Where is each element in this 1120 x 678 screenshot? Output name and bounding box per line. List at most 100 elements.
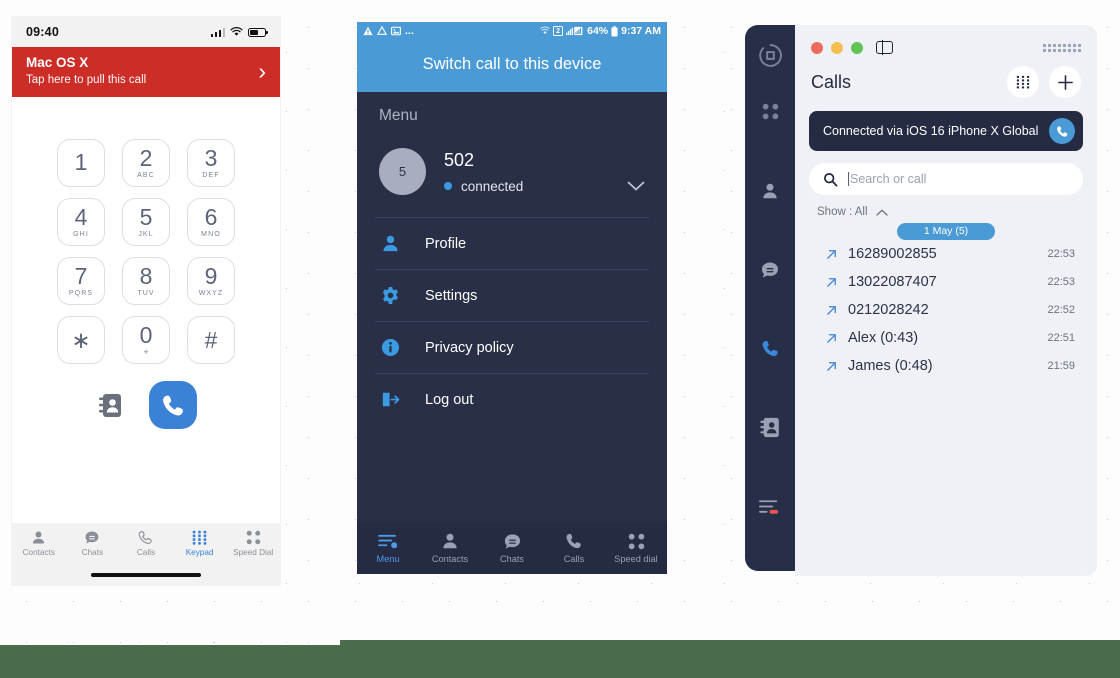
- dialpad: 1 2 ABC 3 DEF 4 GHI 5 JKL 6 MNO 7 PQRS 8…: [12, 97, 280, 430]
- status-icons: [210, 27, 269, 37]
- status-time: 09:40: [26, 25, 59, 39]
- sidebar-item-chats[interactable]: Chats: [481, 533, 543, 564]
- banner-call-button[interactable]: [1049, 118, 1075, 144]
- call-list-item[interactable]: 13022087407 22:53: [795, 268, 1097, 296]
- menu-item-log-out[interactable]: Log out: [375, 374, 649, 425]
- key-letters: DEF: [202, 172, 220, 180]
- sidebar-item-contacts[interactable]: [745, 151, 795, 230]
- outgoing-call-icon: [827, 277, 836, 287]
- sidebar-item-address-book[interactable]: [745, 388, 795, 467]
- status-time: 9:37 AM: [621, 25, 661, 37]
- sidebar-item-contacts[interactable]: Contacts: [12, 530, 66, 557]
- chevron-up-icon: [875, 208, 888, 216]
- chats-icon: [85, 531, 99, 544]
- key-letters: MNO: [201, 231, 221, 239]
- keypad-key-star[interactable]: ∗: [57, 316, 105, 365]
- call-time: 22:52: [1047, 304, 1075, 316]
- call-list-item[interactable]: 0212028242 22:52: [795, 296, 1097, 324]
- sidebar-item-chats[interactable]: Chats: [66, 530, 120, 557]
- make-call-button[interactable]: [149, 381, 197, 430]
- keypad-key-7[interactable]: 7 PQRS: [57, 257, 105, 306]
- connected-device-banner[interactable]: Connected via iOS 16 iPhone X Global: [809, 111, 1083, 151]
- calls-header: Calls: [795, 54, 1097, 98]
- call-list-item[interactable]: 16289002855 22:53: [795, 240, 1097, 268]
- info-icon: [381, 338, 400, 357]
- menu-list: Profile Settings Privacy policy Log out: [375, 217, 649, 425]
- page-title: Calls: [811, 71, 852, 92]
- sidebar-item-speed-dial[interactable]: Speed dial: [605, 533, 667, 564]
- keypad-key-1[interactable]: 1: [57, 139, 105, 188]
- keypad-key-6[interactable]: 6 MNO: [187, 198, 235, 247]
- call-list-item[interactable]: James (0:48) 21:59: [795, 352, 1097, 380]
- warning-icon: [363, 26, 373, 36]
- switch-call-banner[interactable]: Switch call to this device: [357, 40, 667, 92]
- call-time: 22:51: [1047, 332, 1075, 344]
- connection-status-row: connected: [444, 179, 645, 194]
- keypad-key-hash[interactable]: #: [187, 316, 235, 365]
- maximize-traffic-light[interactable]: [851, 41, 863, 54]
- background-band-left: [0, 645, 340, 678]
- call-time: 22:53: [1047, 276, 1075, 288]
- menu-item-label: Privacy policy: [425, 339, 514, 356]
- keypad-key-5[interactable]: 5 JKL: [122, 198, 170, 247]
- image-icon: [391, 26, 401, 36]
- outgoing-call-icon: [827, 305, 836, 315]
- calls-icon: [566, 533, 581, 549]
- sidebar-toggle-icon[interactable]: [876, 40, 893, 55]
- sidebar-item-calls[interactable]: Calls: [119, 530, 173, 557]
- key-digit: 1: [74, 148, 88, 175]
- chats-icon: [504, 533, 520, 549]
- close-traffic-light[interactable]: [811, 41, 823, 54]
- key-digit: 2: [139, 145, 153, 172]
- drag-handle-icon[interactable]: [1043, 43, 1081, 52]
- filter-row[interactable]: Show : All: [795, 195, 1097, 218]
- keypad-key-3[interactable]: 3 DEF: [187, 139, 235, 188]
- keypad-row: 4 GHI 5 JKL 6 MNO: [12, 198, 280, 247]
- app-logo: [758, 38, 783, 72]
- call-contact-name: James (0:48): [848, 358, 933, 374]
- home-indicator: [91, 573, 201, 577]
- pull-banner-subtitle: Tap here to pull this call: [26, 74, 147, 87]
- menu-item-profile[interactable]: Profile: [375, 218, 649, 270]
- keypad-key-2[interactable]: 2 ABC: [122, 139, 170, 188]
- drive-icon: [377, 26, 387, 35]
- add-call-button[interactable]: [1049, 66, 1081, 98]
- keypad-key-9[interactable]: 9 WXYZ: [187, 257, 235, 306]
- chats-icon: [761, 262, 778, 277]
- contacts-icon: [33, 531, 45, 544]
- sidebar-item-contacts[interactable]: Contacts: [419, 532, 481, 564]
- pull-call-banner[interactable]: Mac OS X Tap here to pull this call ›: [12, 47, 280, 98]
- address-book-button[interactable]: [95, 390, 125, 420]
- sidebar-item-speed-dial[interactable]: Speed Dial: [226, 530, 280, 557]
- app-sidebar: [745, 25, 795, 571]
- keypad-key-0[interactable]: 0 +: [122, 316, 170, 365]
- menu-item-settings[interactable]: Settings: [375, 270, 649, 322]
- connection-status-label: connected: [461, 178, 524, 194]
- search-input[interactable]: Search or call: [809, 163, 1083, 195]
- iphone-mockup: 09:40 Mac OS X Tap here to pull this cal…: [12, 17, 280, 585]
- sidebar-item-keypad[interactable]: Keypad: [173, 530, 227, 557]
- tab-label: Speed Dial: [233, 548, 274, 557]
- minimize-traffic-light[interactable]: [831, 41, 843, 54]
- tab-label: Calls: [563, 554, 585, 564]
- menu-item-privacy-policy[interactable]: Privacy policy: [375, 322, 649, 374]
- sidebar-item-calls[interactable]: [745, 309, 795, 388]
- sidebar-item-calls[interactable]: Calls: [543, 532, 605, 564]
- sidebar-item-chats[interactable]: [745, 230, 795, 309]
- sidebar-item-menu[interactable]: Menu: [357, 533, 419, 564]
- speed-dial-icon: [628, 533, 644, 549]
- keypad-key-8[interactable]: 8 TUV: [122, 257, 170, 306]
- keypad-key-4[interactable]: 4 GHI: [57, 198, 105, 247]
- chevron-down-icon[interactable]: [627, 181, 645, 192]
- outgoing-call-icon: [827, 361, 836, 371]
- contacts-icon: [763, 183, 777, 198]
- call-list-item[interactable]: Alex (0:43) 22:51: [795, 324, 1097, 352]
- key-digit: 3: [204, 145, 218, 172]
- key-digit: 4: [74, 204, 88, 231]
- speed-dial-icon: [246, 530, 260, 545]
- sidebar-item-speed-dial[interactable]: [745, 72, 795, 151]
- sidebar-item-menu[interactable]: [745, 467, 795, 546]
- profile-section[interactable]: 5 502 connected: [357, 142, 667, 217]
- keypad-button[interactable]: [1007, 66, 1039, 98]
- signal-bars-icon: [566, 26, 583, 36]
